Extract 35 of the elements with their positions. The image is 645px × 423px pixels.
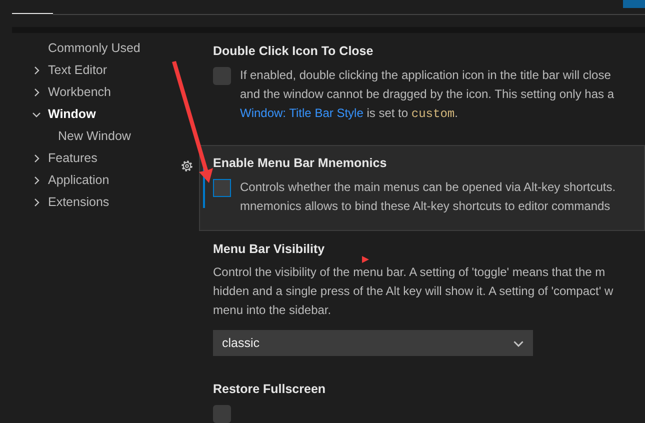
chevron-right-icon[interactable] — [32, 198, 41, 206]
checkbox[interactable] — [213, 178, 231, 196]
setting-title: Menu Bar Visibility — [213, 240, 326, 258]
sidebar-item[interactable]: Features — [48, 148, 98, 168]
setting-description: If enabled, double clicking the application icon in the title bar will close — [240, 66, 612, 84]
sidebar-item[interactable]: New Window — [58, 126, 131, 146]
checkbox[interactable] — [213, 405, 231, 423]
gear-icon[interactable] — [180, 158, 194, 173]
setting-title: Restore Fullscreen — [213, 381, 327, 398]
pointer-triangle-icon — [362, 256, 369, 263]
sidebar-item[interactable]: Workbench — [48, 82, 111, 102]
chevron-down-icon[interactable] — [32, 110, 41, 118]
code-text: custom — [411, 106, 455, 121]
chevron-right-icon[interactable] — [32, 88, 41, 96]
setting-description: hidden and a single press of the Alt key will show it. A setting of 'compact' w — [213, 283, 614, 300]
setting-description: is set to — [366, 106, 410, 120]
sidebar-item[interactable]: Window — [48, 104, 96, 124]
sidebar-item[interactable]: Extensions — [48, 192, 110, 212]
checkbox[interactable] — [213, 66, 231, 85]
setting-title: Enable Menu Bar Mnemonics — [213, 154, 388, 172]
setting-title: Double Click Icon To Close — [213, 43, 374, 60]
sidebar-item[interactable]: Commonly Used — [48, 38, 140, 58]
setting-description: mnemonics allows to bind these Alt-key shortcuts to editor commands — [240, 198, 612, 214]
dropdown[interactable]: classic — [213, 330, 533, 356]
setting-description: Control the visibility of the menu bar. A setting of 'toggle' means that the m — [213, 264, 606, 282]
chevron-right-icon[interactable] — [32, 154, 41, 162]
setting-description: menu into the sidebar. — [213, 302, 332, 320]
setting-description: Controls whether the main menus can be opened via Alt-key shortcuts. — [240, 178, 616, 196]
sidebar-item[interactable]: Application — [48, 170, 110, 190]
setting-link[interactable]: Window: Title Bar Style — [240, 106, 364, 120]
chevron-right-icon[interactable] — [32, 66, 41, 74]
setting-description: . — [454, 106, 458, 120]
setting-description: and the window cannot be dragged by the icon. This setting only has a — [240, 86, 614, 103]
chevron-right-icon[interactable] — [32, 176, 41, 184]
sidebar-item[interactable]: Text Editor — [48, 60, 108, 80]
